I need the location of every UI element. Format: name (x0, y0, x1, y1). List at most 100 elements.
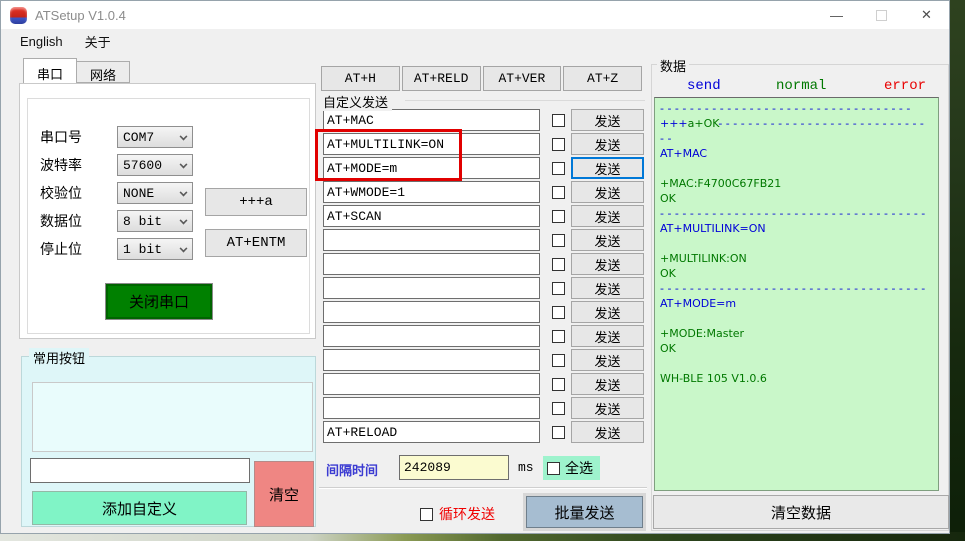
command-input[interactable] (323, 133, 540, 155)
command-input[interactable] (323, 301, 540, 323)
custom-send-row: 发送 (323, 109, 644, 131)
row-checkbox[interactable] (552, 306, 565, 319)
maximize-icon[interactable] (859, 1, 904, 29)
row-checkbox[interactable] (552, 210, 565, 223)
row-checkbox[interactable] (552, 186, 565, 199)
interval-input[interactable] (399, 455, 509, 480)
custom-send-row: 发送 (323, 277, 644, 299)
custom-send-row: 发送 (323, 373, 644, 395)
row-checkbox[interactable] (552, 114, 565, 127)
send-button[interactable]: 发送 (571, 133, 644, 155)
send-button[interactable]: 发送 (571, 373, 644, 395)
log-line (660, 311, 933, 326)
row-checkbox[interactable] (552, 378, 565, 391)
custom-send-row: 发送 (323, 325, 644, 347)
close-icon[interactable]: ✕ (904, 1, 949, 29)
common-buttons-list[interactable] (32, 382, 313, 452)
serial-field-row: 波特率 57600 (40, 154, 193, 176)
minimize-icon[interactable]: — (814, 1, 859, 29)
send-button[interactable]: 发送 (571, 253, 644, 275)
field-dropdown[interactable]: 57600 (117, 154, 193, 176)
log-line (660, 356, 933, 371)
send-button[interactable]: 发送 (571, 325, 644, 347)
select-all-wrap: 全选 (543, 456, 600, 480)
row-checkbox[interactable] (552, 402, 565, 415)
clear-data-button[interactable]: 清空数据 (653, 495, 949, 529)
row-checkbox[interactable] (552, 426, 565, 439)
quick-command-button[interactable]: AT+H (321, 66, 400, 91)
custom-send-row: 发送 (323, 205, 644, 227)
row-checkbox[interactable] (552, 234, 565, 247)
log-line: +MULTILINK:ON (660, 251, 933, 266)
send-button[interactable]: 发送 (571, 421, 644, 443)
row-checkbox[interactable] (552, 258, 565, 271)
at-entm-button[interactable]: AT+ENTM (205, 229, 307, 257)
custom-send-row: 发送 (323, 133, 644, 155)
field-label: 串口号 (40, 127, 117, 147)
command-input[interactable] (323, 421, 540, 443)
dropdown-value: COM7 (123, 130, 154, 145)
select-all-checkbox[interactable] (547, 462, 560, 475)
new-command-input[interactable] (30, 458, 250, 483)
log-line: OK (660, 266, 933, 281)
plus-a-button[interactable]: +++a (205, 188, 307, 216)
serial-tabpage: 串口号 COM7 波特率 57600 校验位 NONE 数据位 8 bit 停止… (19, 83, 316, 339)
menu-item[interactable]: 关于 (74, 29, 122, 54)
quick-command-button[interactable]: AT+Z (563, 66, 642, 91)
serial-tab[interactable]: 网络 (77, 61, 130, 83)
serial-tab[interactable]: 串口 (23, 58, 77, 83)
row-checkbox[interactable] (552, 138, 565, 151)
serial-field-row: 串口号 COM7 (40, 126, 193, 148)
quick-command-buttons: AT+H AT+RELD AT+VER AT+Z (321, 66, 642, 91)
send-button[interactable]: 发送 (571, 301, 644, 323)
quick-command-button[interactable]: AT+RELD (402, 66, 481, 91)
send-button[interactable]: 发送 (571, 109, 644, 131)
row-checkbox[interactable] (552, 282, 565, 295)
app-window: ATSetup V1.0.4 — ✕ English 关于 串口 网络 串口号 … (0, 0, 950, 534)
close-port-button[interactable]: 关闭串口 (105, 283, 213, 320)
quick-command-button[interactable]: AT+VER (483, 66, 562, 91)
field-dropdown[interactable]: NONE (117, 182, 193, 204)
menu-item[interactable]: English (9, 31, 74, 52)
row-checkbox[interactable] (552, 162, 565, 175)
titlebar: ATSetup V1.0.4 — ✕ (1, 1, 949, 29)
field-dropdown[interactable]: 8 bit (117, 210, 193, 232)
command-input[interactable] (323, 373, 540, 395)
loop-send-checkbox[interactable] (420, 508, 433, 521)
batch-send-button[interactable]: 批量发送 (526, 496, 643, 528)
command-input[interactable] (323, 325, 540, 347)
command-input[interactable] (323, 229, 540, 251)
send-button[interactable]: 发送 (571, 229, 644, 251)
send-button[interactable]: 发送 (571, 157, 644, 179)
log-line: - - - - - - - - - - - - - - - - - - - - … (660, 101, 933, 116)
send-button[interactable]: 发送 (571, 349, 644, 371)
command-input[interactable] (323, 205, 540, 227)
row-checkbox[interactable] (552, 354, 565, 367)
send-button[interactable]: 发送 (571, 205, 644, 227)
log-line: +++a+OK- - - - - - - - - - - - - - - - -… (660, 116, 933, 131)
divider (319, 487, 647, 489)
data-log[interactable]: - - - - - - - - - - - - - - - - - - - - … (654, 97, 939, 491)
chevron-down-icon (180, 217, 188, 225)
legend-normal: normal (776, 78, 826, 94)
chevron-down-icon (180, 161, 188, 169)
command-input[interactable] (323, 253, 540, 275)
send-button[interactable]: 发送 (571, 277, 644, 299)
send-button[interactable]: 发送 (571, 397, 644, 419)
field-dropdown[interactable]: COM7 (117, 126, 193, 148)
menubar: English 关于 (1, 29, 949, 53)
loop-send-wrap: 循环发送 (420, 504, 495, 524)
command-input[interactable] (323, 397, 540, 419)
command-input[interactable] (323, 157, 540, 179)
custom-send-row: 发送 (323, 301, 644, 323)
add-custom-button[interactable]: 添加自定义 (32, 491, 247, 525)
clear-list-button[interactable]: 清空 (254, 461, 314, 527)
row-checkbox[interactable] (552, 330, 565, 343)
command-input[interactable] (323, 181, 540, 203)
command-input[interactable] (323, 349, 540, 371)
command-input[interactable] (323, 277, 540, 299)
field-dropdown[interactable]: 1 bit (117, 238, 193, 260)
data-panel-title: 数据 (657, 56, 689, 75)
command-input[interactable] (323, 109, 540, 131)
send-button[interactable]: 发送 (571, 181, 644, 203)
